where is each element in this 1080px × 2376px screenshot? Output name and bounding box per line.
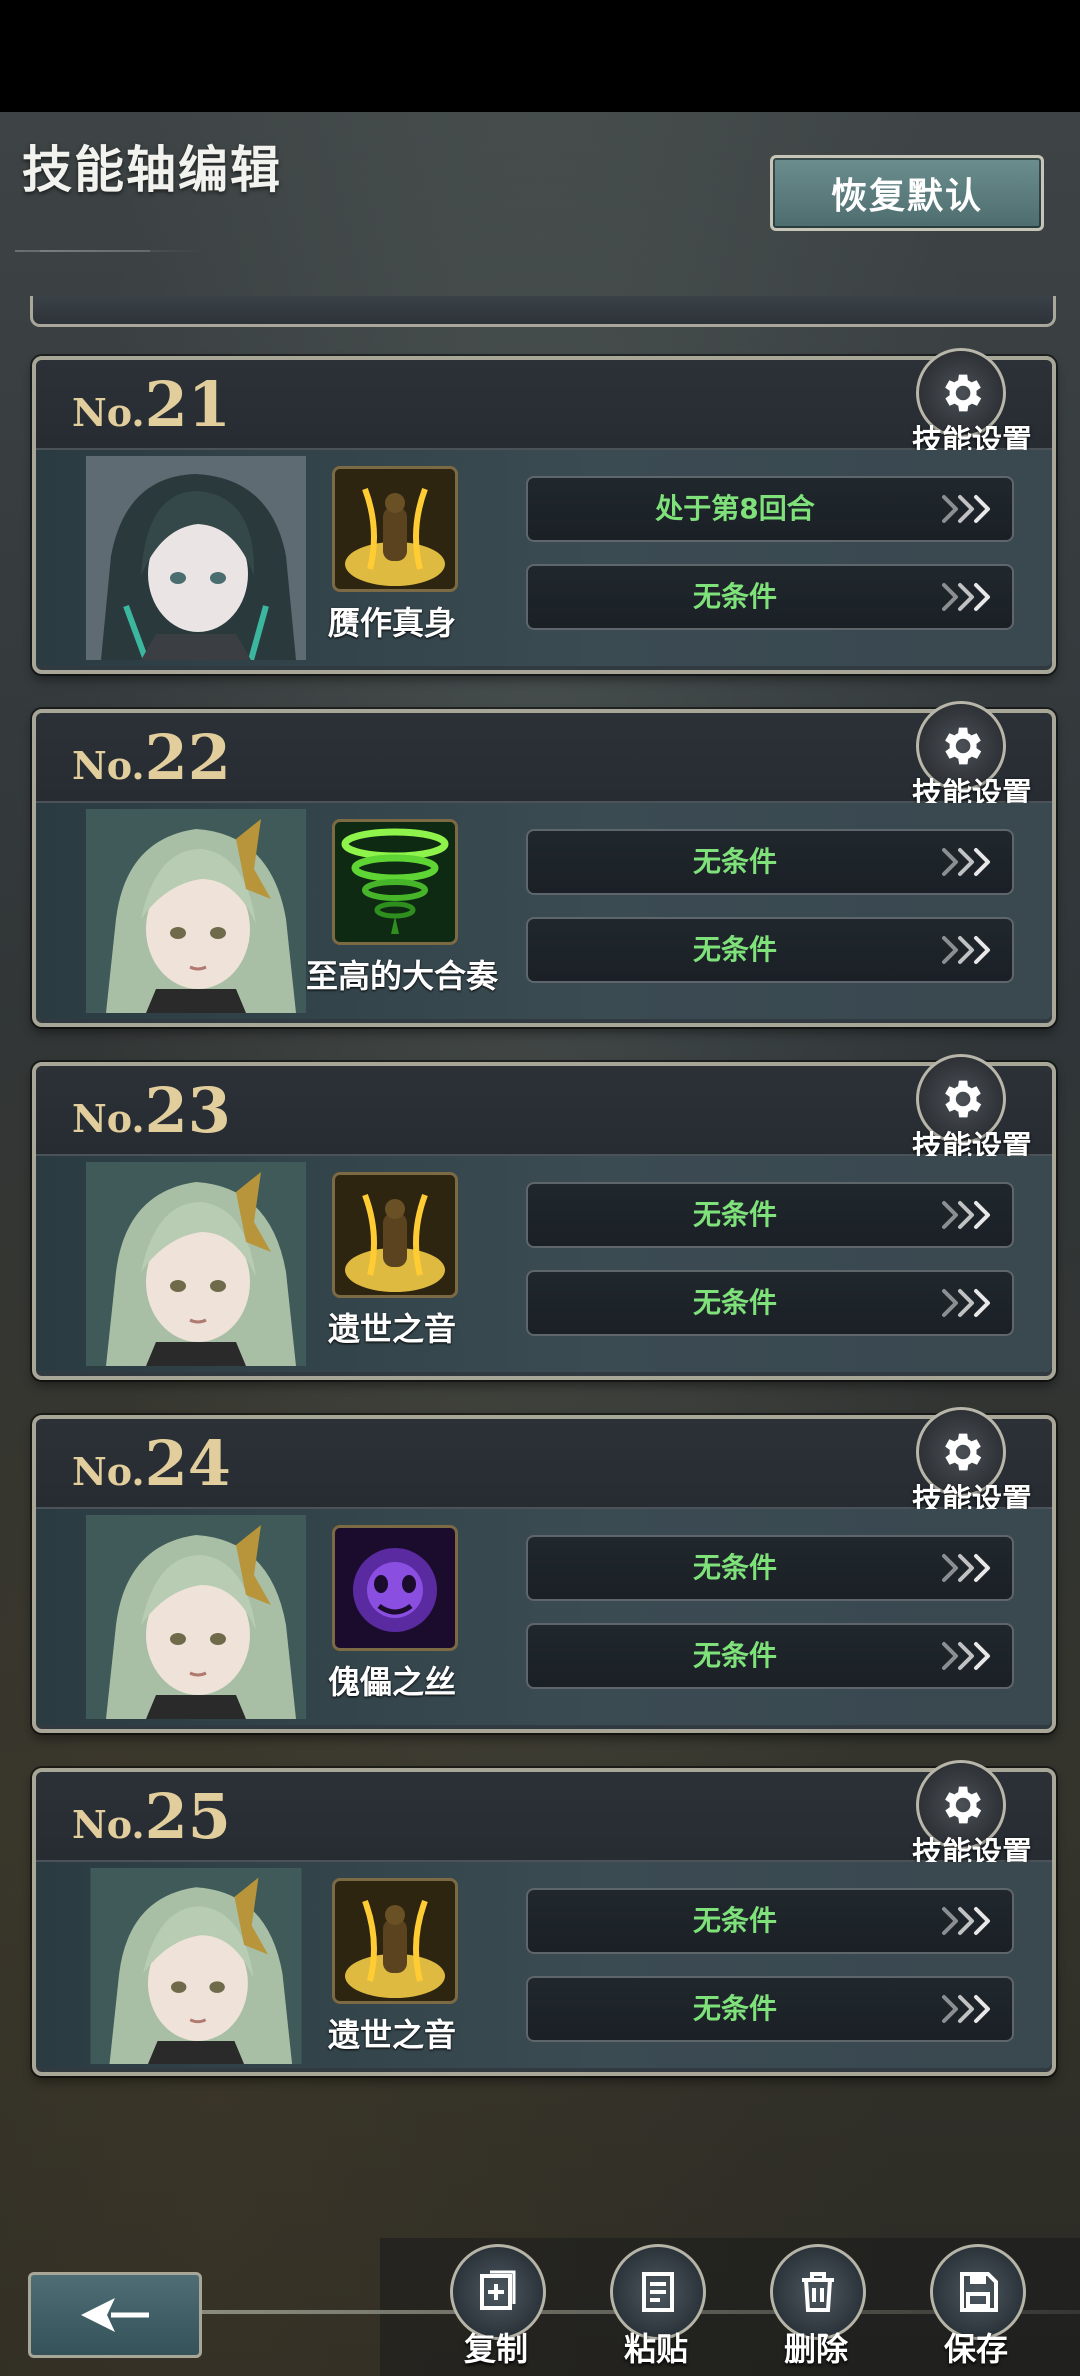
title-underline [15,250,205,252]
condition-button-2[interactable]: 无条件 [526,564,1014,630]
delete-label: 删除 [783,2330,848,2368]
condition-button-1[interactable]: 无条件 [526,1888,1014,1954]
dark-haired-character-portrait [86,456,306,660]
save-button[interactable]: 保存 [926,2244,1026,2376]
condition-button-1[interactable]: 处于第8回合 [526,476,1014,542]
green-haired-character-portrait [86,1868,306,2064]
card-header: No.24 [36,1419,1052,1509]
card-number: No.24 [72,1427,231,1500]
purple-spirit-skill-icon[interactable] [332,1525,458,1651]
card-header: No.21 [36,360,1052,450]
condition-text: 无条件 [692,1198,777,1231]
paste-button[interactable]: 粘贴 [606,2244,706,2376]
green-haired-character-portrait [86,809,306,1013]
copy-button[interactable]: 复制 [446,2244,546,2376]
condition-button-2[interactable]: 无条件 [526,1976,1014,2042]
restore-default-button[interactable]: 恢复默认 [770,155,1044,231]
save-label: 保存 [943,2330,1008,2368]
card-body: 傀儡之丝 无条件 无条件 [36,1509,1052,1725]
triple-chevron-icon [938,1197,998,1233]
condition-button-1[interactable]: 无条件 [526,1182,1014,1248]
page-title: 技能轴编辑 [22,141,282,199]
condition-button-1[interactable]: 无条件 [526,1535,1014,1601]
green-haired-character-portrait [86,1515,306,1719]
card-body: 遗世之音 无条件 无条件 [36,1862,1052,2068]
skill-card-25: No.25 技能设置 遗世之音 无条件 无条件 [32,1760,1056,2076]
triple-chevron-icon [938,1903,998,1939]
condition-button-2[interactable]: 无条件 [526,917,1014,983]
condition-text: 无条件 [692,580,777,613]
skill-name: 赝作真身 [327,604,456,642]
paste-label: 粘贴 [623,2330,688,2368]
triple-chevron-icon [938,1991,998,2027]
condition-text: 无条件 [692,845,777,878]
condition-text: 无条件 [692,1286,777,1319]
skill-card-22: No.22 技能设置 至高的大合奏 无条件 无条件 [32,701,1056,1027]
card-number: No.23 [72,1074,231,1147]
golden-aura-skill-icon[interactable] [332,466,458,592]
card-body: 赝作真身 处于第8回合 无条件 [36,450,1052,666]
skill-card-24: No.24 技能设置 傀儡之丝 无条件 无条件 [32,1407,1056,1733]
condition-text: 无条件 [692,1639,777,1672]
triple-chevron-icon [938,579,998,615]
card-header: No.25 [36,1772,1052,1862]
card-body: 至高的大合奏 无条件 无条件 [36,803,1052,1019]
card-header: No.22 [36,713,1052,803]
skill-name: 遗世之音 [327,2016,456,2054]
card-number: No.25 [72,1780,231,1853]
triple-chevron-icon [938,1285,998,1321]
triple-chevron-icon [938,1550,998,1586]
triple-chevron-icon [938,1638,998,1674]
golden-aura-skill-icon[interactable] [332,1172,458,1298]
status-bar [0,0,1080,112]
card-header: No.23 [36,1066,1052,1156]
condition-text: 无条件 [692,933,777,966]
back-arrow-icon [81,2298,149,2332]
condition-button-2[interactable]: 无条件 [526,1623,1014,1689]
skill-card-23: No.23 技能设置 遗世之音 无条件 无条件 [32,1054,1056,1380]
skill-name: 至高的大合奏 [306,957,499,995]
condition-text: 无条件 [692,1904,777,1937]
condition-button-1[interactable]: 无条件 [526,829,1014,895]
back-button[interactable] [28,2272,202,2358]
card-number: No.21 [72,368,231,441]
condition-text: 无条件 [692,1992,777,2025]
delete-button[interactable]: 删除 [766,2244,866,2376]
condition-button-2[interactable]: 无条件 [526,1270,1014,1336]
triple-chevron-icon [938,932,998,968]
skill-name: 遗世之音 [327,1310,456,1348]
golden-aura-skill-icon[interactable] [332,1878,458,2004]
green-tornado-skill-icon[interactable] [332,819,458,945]
condition-text: 处于第8回合 [655,492,815,525]
triple-chevron-icon [938,844,998,880]
card-number: No.22 [72,721,231,794]
green-haired-character-portrait [86,1162,306,1366]
copy-label: 复制 [463,2330,528,2368]
previous-card-edge [30,296,1056,327]
condition-text: 无条件 [692,1551,777,1584]
skill-card-21: No.21 技能设置 赝作真身 处于第8回合 无条件 [32,348,1056,674]
card-body: 遗世之音 无条件 无条件 [36,1156,1052,1372]
triple-chevron-icon [938,491,998,527]
skill-name: 傀儡之丝 [327,1663,456,1701]
